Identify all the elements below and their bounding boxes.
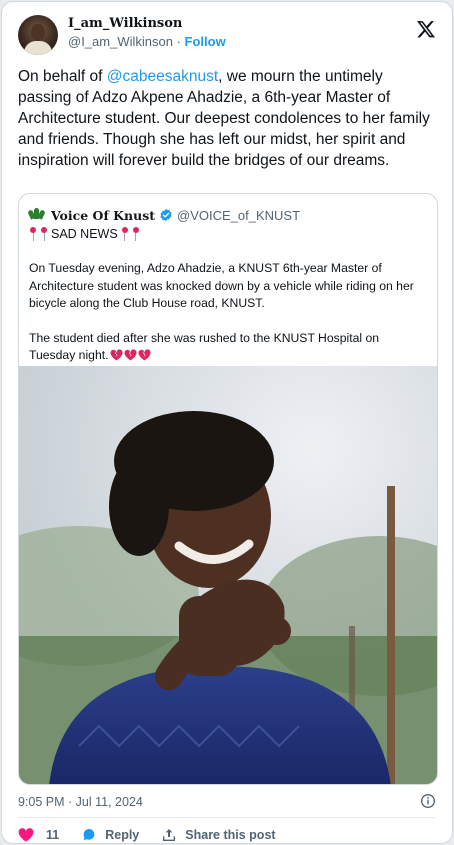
- x-logo-icon[interactable]: [416, 19, 436, 39]
- share-button[interactable]: Share this post: [161, 827, 276, 843]
- photo-illustration: [19, 366, 437, 784]
- broken-heart-icon: [110, 349, 122, 361]
- like-button[interactable]: 11: [18, 827, 59, 843]
- quoted-post-body: On Tuesday evening, Adzo Ahadzie, a KNUS…: [29, 260, 427, 365]
- avatar-face: [31, 24, 45, 41]
- post-text-intro: On behalf of: [18, 68, 107, 85]
- broken-hearts: [110, 349, 152, 361]
- quoted-paragraph-2: The student died after she was rushed to…: [29, 330, 380, 363]
- share-icon: [163, 829, 176, 841]
- info-icon[interactable]: [420, 793, 436, 809]
- post-card: I_am_Wilkinson @I_am_Wilkinson · Follow …: [1, 1, 453, 844]
- reply-button[interactable]: Reply: [81, 827, 139, 843]
- author-handle-row: @I_am_Wilkinson · Follow: [68, 34, 226, 49]
- reply-icon: [83, 829, 95, 841]
- reply-label: Reply: [105, 828, 140, 842]
- action-divider: [18, 817, 436, 818]
- pin-icon: [121, 227, 129, 241]
- share-label: Share this post: [185, 828, 276, 842]
- sad-news-line: SAD NEWS: [29, 227, 143, 241]
- follow-button[interactable]: Follow: [185, 34, 226, 49]
- quoted-post-header: Voice Of Knust @VOICE_of_KNUST: [27, 206, 300, 224]
- like-count: 11: [46, 828, 60, 842]
- verified-badge-icon: [160, 208, 172, 222]
- mention-link[interactable]: @cabeesaknust: [107, 68, 218, 85]
- pin-icon: [132, 227, 140, 241]
- quoted-handle[interactable]: @VOICE_of_KNUST: [177, 208, 300, 223]
- handle-separator: ·: [176, 34, 181, 49]
- quoted-post[interactable]: Voice Of Knust @VOICE_of_KNUST SAD NEWS …: [18, 193, 438, 785]
- author-avatar[interactable]: [18, 15, 58, 55]
- post-text: On behalf of @cabeesaknust, we mourn the…: [18, 66, 438, 171]
- post-timestamp[interactable]: 9:05 PM · Jul 11, 2024: [18, 795, 143, 809]
- post-header: I_am_Wilkinson @I_am_Wilkinson · Follow: [18, 15, 438, 59]
- quoted-paragraph-2-wrap: The student died after she was rushed to…: [29, 330, 427, 365]
- broken-heart-icon: [124, 349, 136, 361]
- action-bar: 11 Reply Share this post: [18, 826, 298, 843]
- author-display-name[interactable]: I_am_Wilkinson: [68, 16, 226, 31]
- pin-icon: [29, 227, 37, 241]
- pin-icon: [40, 227, 48, 241]
- author-handle[interactable]: @I_am_Wilkinson: [68, 34, 173, 49]
- sad-news-label: SAD NEWS: [51, 227, 118, 241]
- author-info: I_am_Wilkinson @I_am_Wilkinson · Follow: [68, 16, 226, 49]
- broken-heart-icon: [138, 349, 150, 361]
- voice-of-knust-logo-icon: [27, 208, 46, 222]
- quoted-display-name[interactable]: Voice Of Knust: [51, 208, 155, 223]
- quoted-paragraph-1: On Tuesday evening, Adzo Ahadzie, a KNUS…: [29, 261, 414, 310]
- avatar-shirt: [24, 41, 52, 55]
- post-photo[interactable]: [19, 366, 437, 784]
- heart-icon: [18, 828, 34, 842]
